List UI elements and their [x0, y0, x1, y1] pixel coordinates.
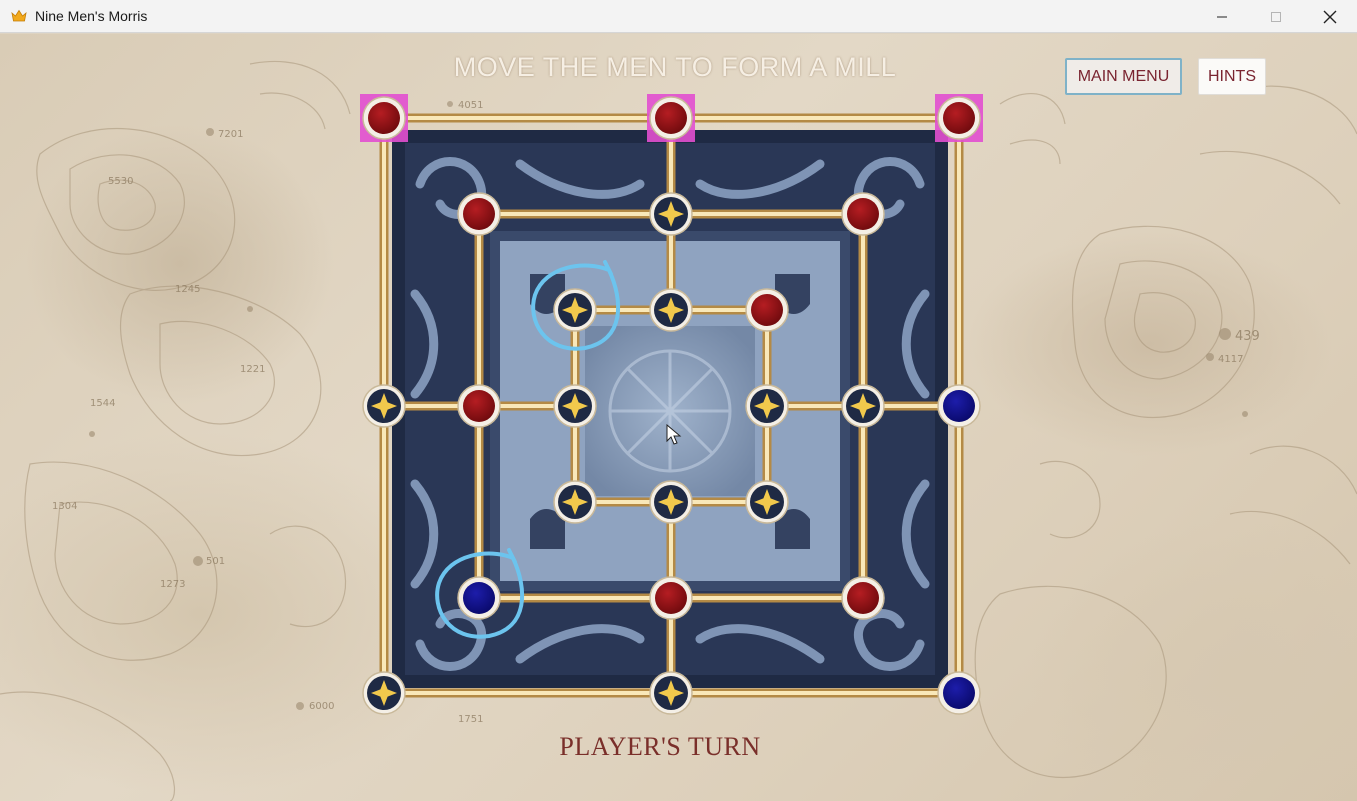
board-point-e4[interactable]: [745, 384, 789, 428]
board-point-f6[interactable]: [841, 192, 885, 236]
board-point-c3[interactable]: [553, 480, 597, 524]
minimize-icon: [1217, 16, 1227, 17]
board-point-d1[interactable]: [649, 671, 693, 715]
board-point-a1[interactable]: [362, 671, 406, 715]
red-piece[interactable]: [655, 582, 687, 614]
red-piece[interactable]: [847, 582, 879, 614]
board-point-a4[interactable]: [362, 384, 406, 428]
game-area: 4051 7201 5530 1245 1221 1544 1304 501 1…: [0, 34, 1357, 801]
close-icon: [1323, 10, 1337, 23]
board-point-g1[interactable]: [937, 671, 981, 715]
red-piece[interactable]: [655, 102, 687, 134]
maximize-button[interactable]: [1249, 0, 1303, 33]
board-point-b4[interactable]: [457, 384, 501, 428]
minimize-button[interactable]: [1195, 0, 1249, 33]
turn-status: PLAYER'S TURN: [559, 732, 761, 761]
window-controls: [1195, 0, 1357, 33]
red-piece[interactable]: [847, 198, 879, 230]
red-piece[interactable]: [943, 102, 975, 134]
red-piece[interactable]: [463, 198, 495, 230]
board-point-b2[interactable]: [457, 576, 501, 620]
board-point-f2[interactable]: [841, 576, 885, 620]
blue-piece[interactable]: [943, 677, 975, 709]
mouse-cursor-icon: [666, 424, 682, 445]
maximize-icon: [1271, 11, 1281, 22]
board-point-g4[interactable]: [937, 384, 981, 428]
board-point-d6[interactable]: [649, 192, 693, 236]
board-point-c4[interactable]: [553, 384, 597, 428]
board-point-e3[interactable]: [745, 480, 789, 524]
board-point-g7[interactable]: [935, 94, 983, 142]
board-point-f4[interactable]: [841, 384, 885, 428]
close-button[interactable]: [1303, 0, 1357, 33]
crown-icon: [11, 9, 27, 22]
board-point-d5[interactable]: [649, 288, 693, 332]
blue-piece[interactable]: [463, 582, 495, 614]
blue-piece[interactable]: [943, 390, 975, 422]
board-point-d3[interactable]: [649, 480, 693, 524]
board-point-b6[interactable]: [457, 192, 501, 236]
red-piece[interactable]: [368, 102, 400, 134]
board-point-a7[interactable]: [360, 94, 408, 142]
game-board: [360, 94, 983, 715]
window-title: Nine Men's Morris: [35, 8, 148, 24]
red-piece[interactable]: [463, 390, 495, 422]
board-point-d2[interactable]: [649, 576, 693, 620]
board-point-c5[interactable]: [553, 288, 597, 332]
board-point-e5[interactable]: [745, 288, 789, 332]
red-piece[interactable]: [751, 294, 783, 326]
window-titlebar: Nine Men's Morris: [0, 0, 1357, 33]
board-point-d7[interactable]: [647, 94, 695, 142]
